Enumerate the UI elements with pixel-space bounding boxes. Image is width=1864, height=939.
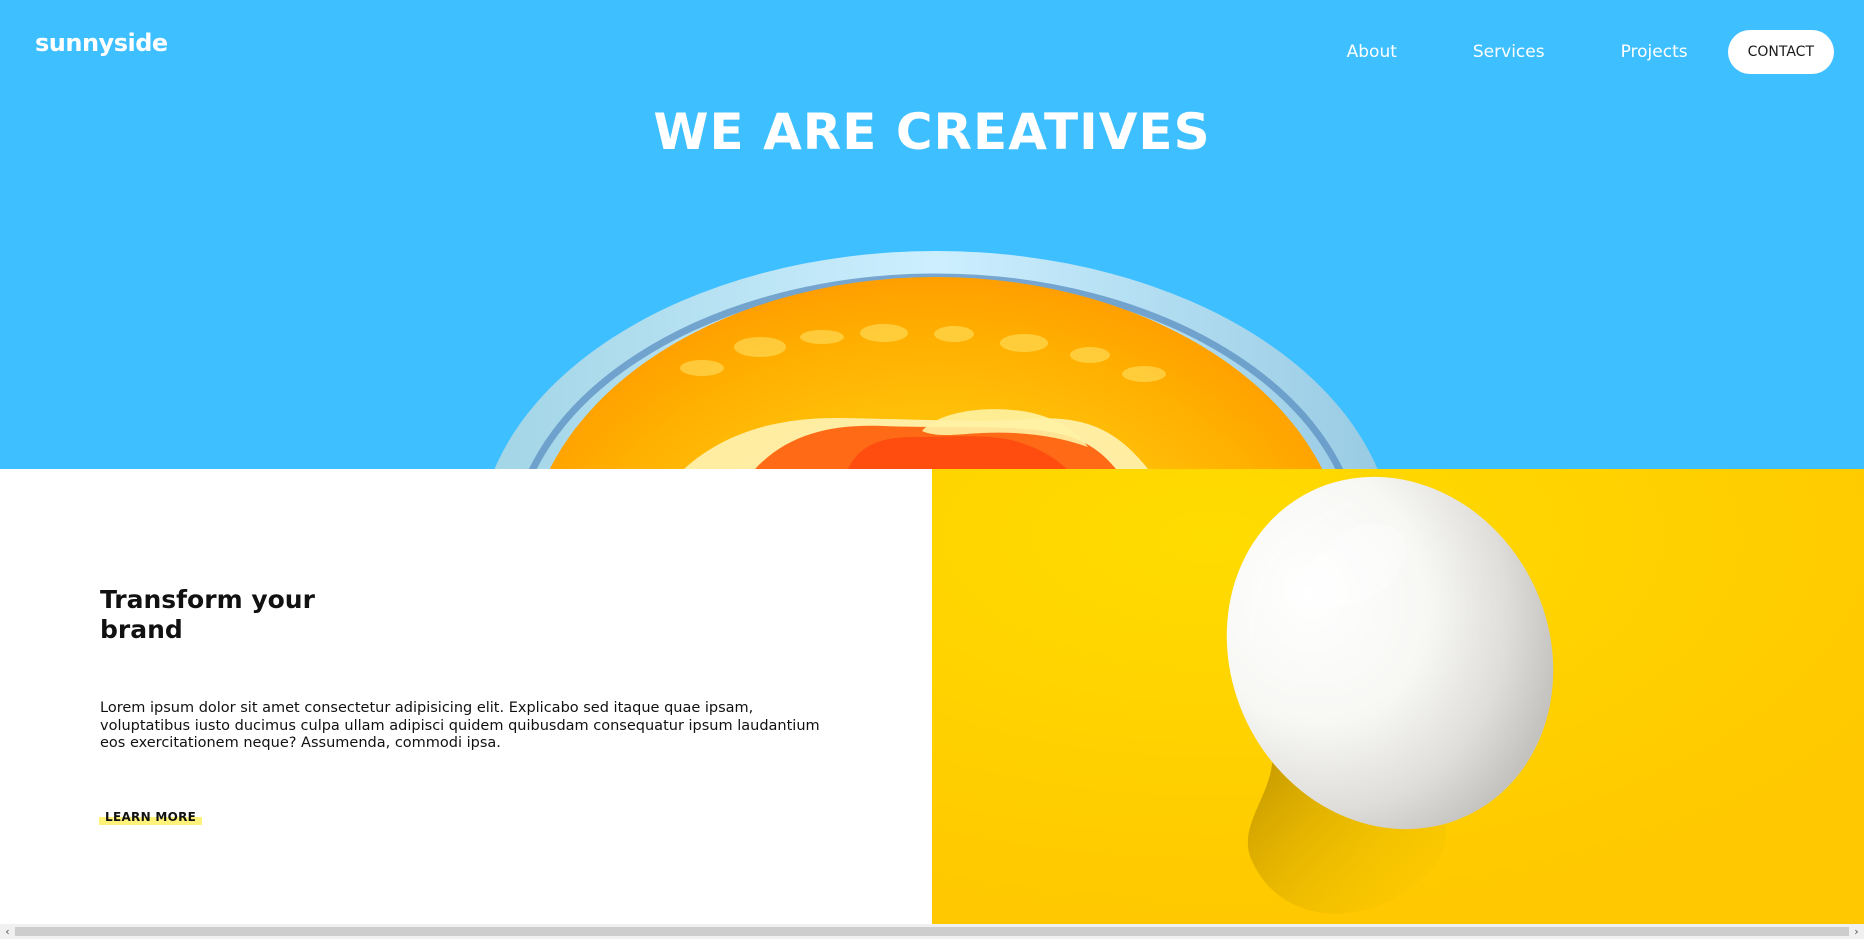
main-navigation: About Services Projects CONTACT — [1347, 30, 1834, 74]
site-logo[interactable]: sunnyside — [35, 29, 168, 57]
egg-image-panel — [932, 469, 1864, 924]
scroll-right-icon[interactable]: › — [1849, 924, 1864, 939]
nav-link-projects[interactable]: Projects — [1621, 42, 1688, 62]
contact-button[interactable]: CONTACT — [1727, 30, 1834, 74]
nav-link-services[interactable]: Services — [1473, 42, 1545, 62]
hero-title: WE ARE CREATIVES — [653, 103, 1211, 161]
scrollbar-thumb[interactable] — [15, 927, 1849, 936]
sunnyside-page: sunnyside About Services Projects CONTAC… — [0, 0, 1864, 939]
learn-more-link[interactable]: LEARN MORE — [99, 809, 203, 825]
hero-section: sunnyside About Services Projects CONTAC… — [0, 0, 1864, 469]
egg-image — [932, 469, 1864, 924]
section-description: Lorem ipsum dolor sit amet consectetur a… — [100, 700, 820, 751]
scroll-left-icon[interactable]: ‹ — [0, 924, 15, 939]
transform-brand-section: Transform your brand Lorem ipsum dolor s… — [0, 469, 932, 924]
horizontal-scrollbar[interactable]: ‹ › — [0, 924, 1864, 939]
nav-link-about[interactable]: About — [1347, 42, 1397, 62]
section-title: Transform your brand — [100, 585, 315, 644]
